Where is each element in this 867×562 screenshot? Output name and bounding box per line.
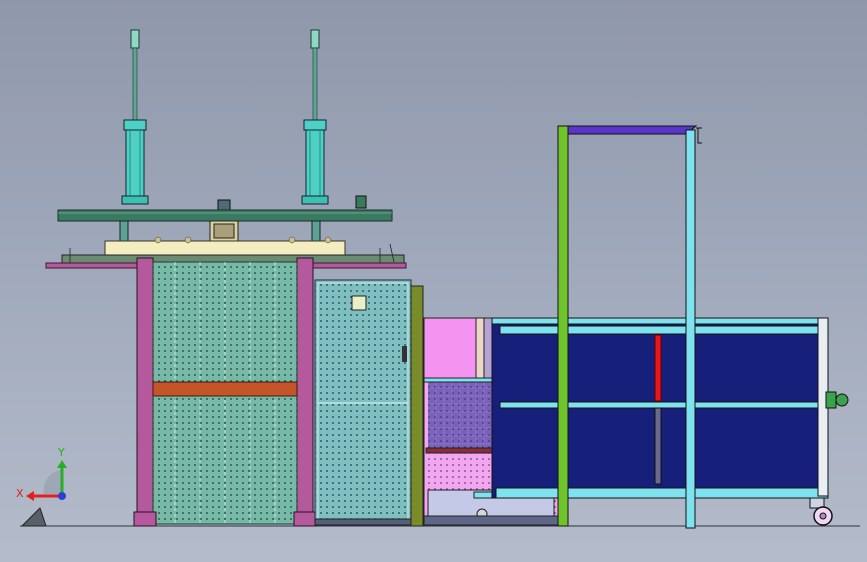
x-axis-label: X [16, 487, 24, 500]
right-pillar [296, 257, 314, 527]
y-axis-label: Y [57, 446, 65, 459]
left-pillar [136, 257, 154, 527]
top-plate [57, 209, 393, 222]
coordinate-triad: X Y [16, 446, 67, 527]
machine-drawing: X Y [16, 29, 860, 529]
left-cylinder [121, 29, 149, 205]
cad-viewport[interactable]: X Y [0, 0, 867, 562]
right-cylinder [301, 29, 329, 205]
middle-door-panel [314, 279, 424, 527]
right-cabinet [491, 317, 849, 526]
cream-plate [104, 240, 346, 256]
red-indicator-bar [654, 334, 662, 402]
